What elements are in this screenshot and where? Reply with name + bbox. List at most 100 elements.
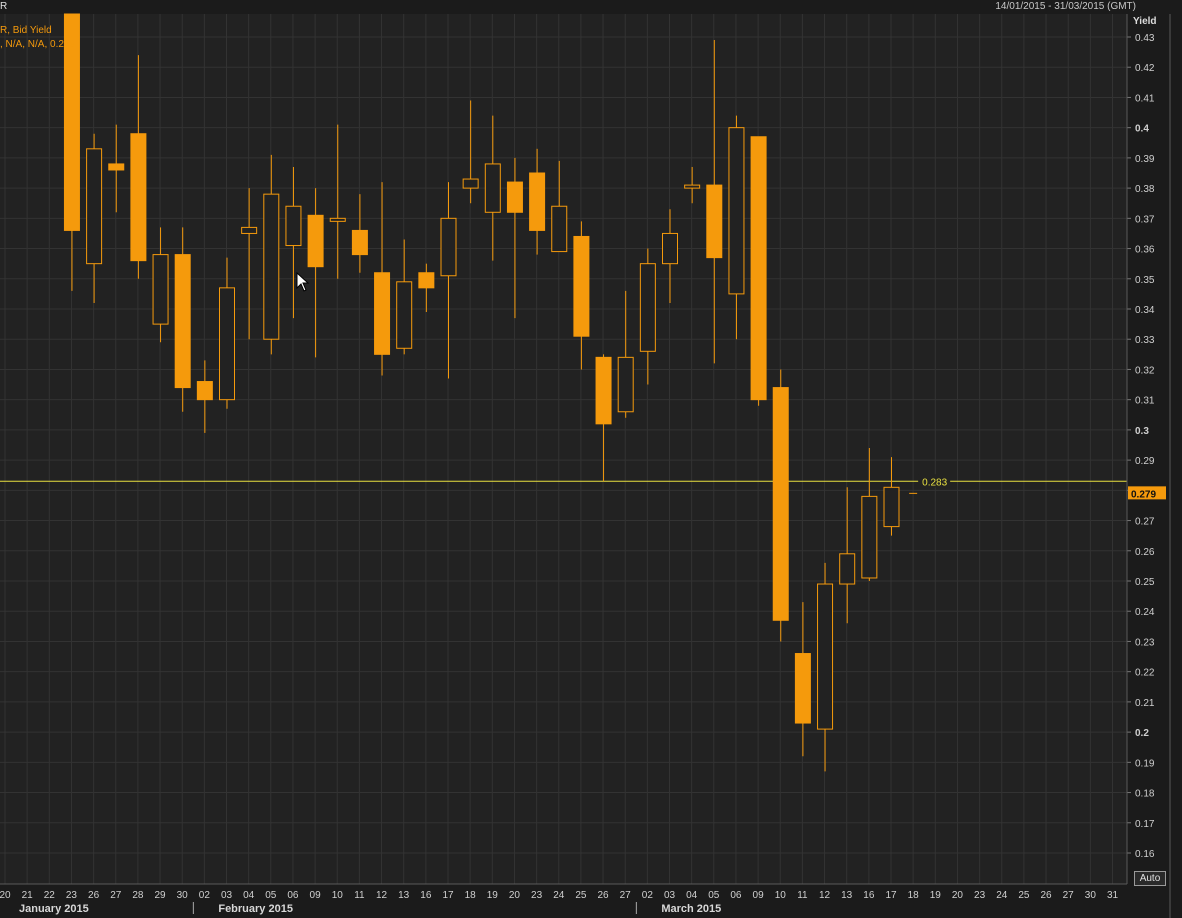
auto-scale-button[interactable]: Auto xyxy=(1134,871,1166,886)
y-tick-label: 0.2 xyxy=(1135,728,1149,739)
candle-body-down xyxy=(130,133,147,262)
x-tick-label: 11 xyxy=(354,890,365,901)
y-tick-label: 0.38 xyxy=(1135,184,1155,195)
y-tick-label: 0.31 xyxy=(1135,396,1155,407)
candle-body-up xyxy=(684,184,701,189)
candle-body-down xyxy=(573,235,590,337)
y-tick-label: 0.26 xyxy=(1135,547,1155,558)
x-tick-label: 19 xyxy=(930,890,942,901)
x-tick-label: 03 xyxy=(664,890,676,901)
y-tick-label: 0.39 xyxy=(1135,154,1155,165)
x-tick-label: 04 xyxy=(243,890,255,901)
y-tick-label: 0.33 xyxy=(1135,335,1155,346)
candle-body-down xyxy=(418,272,435,289)
x-tick-label: 09 xyxy=(753,890,765,901)
x-tick-label: 13 xyxy=(841,890,853,901)
x-tick-label: 21 xyxy=(22,890,34,901)
candle-body-up xyxy=(839,553,856,585)
y-tick-label: 0.16 xyxy=(1135,849,1155,860)
chart-instrument-fragment: R xyxy=(0,1,8,12)
y-tick-label: 0.36 xyxy=(1135,245,1155,256)
candle-body-up xyxy=(728,127,745,295)
x-tick-label: 03 xyxy=(221,890,233,901)
candle-body-down xyxy=(108,163,125,171)
x-tick-label: 05 xyxy=(708,890,720,901)
y-tick-label: 0.22 xyxy=(1135,668,1155,679)
candle-body-up xyxy=(817,583,834,730)
y-tick-label: 0.18 xyxy=(1135,789,1155,800)
y-tick-label: 0.41 xyxy=(1135,93,1155,104)
candle-body-up xyxy=(86,148,103,265)
candlestick-chart: 0.283 0.43 0.42 0.41 0.4 0.39 0.38 0.37 0.36 0.3… xyxy=(0,13,1171,918)
x-tick-label: 27 xyxy=(110,890,122,901)
x-tick-label: 18 xyxy=(465,890,477,901)
y-tick-label: 0.23 xyxy=(1135,637,1155,648)
candle-body-up xyxy=(639,263,656,352)
x-tick-label: 20 xyxy=(0,890,11,901)
candle-body-up xyxy=(861,495,878,579)
last-value-label: 0.279 xyxy=(1131,489,1156,500)
legend-values: , N/A, N/A, 0.279 xyxy=(0,39,76,50)
x-tick-label: 27 xyxy=(620,890,632,901)
candle-body-up xyxy=(440,217,457,277)
y-tick-label: 0.32 xyxy=(1135,365,1155,376)
candle-body-down xyxy=(772,387,789,621)
x-tick-label: 17 xyxy=(885,890,897,901)
date-range-label: 14/01/2015 - 31/03/2015 (GMT) xyxy=(995,1,1136,12)
x-tick-label: 29 xyxy=(154,890,166,901)
x-tick-label: 04 xyxy=(686,890,698,901)
y-tick-label: 0.19 xyxy=(1135,758,1155,769)
month-label: February 2015 xyxy=(218,903,293,915)
candle-body-up xyxy=(617,356,634,413)
y-tick-label: 0.34 xyxy=(1135,305,1155,316)
y-tick-label: 0.24 xyxy=(1135,607,1155,618)
y-tick-label: 0.3 xyxy=(1135,426,1149,437)
candle-body-down xyxy=(750,136,767,401)
y-tick-label: 0.42 xyxy=(1135,63,1155,74)
y-tick-label: 0.35 xyxy=(1135,275,1155,286)
candle-body-up xyxy=(219,287,235,401)
candle-body-up xyxy=(396,281,413,349)
month-label: March 2015 xyxy=(661,903,721,915)
candle-body-up xyxy=(285,205,302,247)
x-tick-label: 12 xyxy=(376,890,388,901)
x-tick-label: 24 xyxy=(553,890,565,901)
x-tick-label: 12 xyxy=(819,890,831,901)
x-tick-label: 28 xyxy=(132,890,144,901)
candle-body-down xyxy=(506,181,523,213)
x-tick-label: 24 xyxy=(996,890,1008,901)
candle-body-down xyxy=(196,381,213,401)
x-tick-label: 26 xyxy=(597,890,609,901)
x-tick-label: 17 xyxy=(442,890,454,901)
y-tick-label: 0.29 xyxy=(1135,456,1155,467)
candle-body-up xyxy=(462,178,479,189)
x-axis: 20 21 22 23 26 27 28 29 30 02 03 04 05 06 09 10 11 12 13 16… xyxy=(0,890,1118,915)
candle-body-up xyxy=(241,226,258,234)
x-tick-label: 27 xyxy=(1063,890,1075,901)
y-tick-label: 0.25 xyxy=(1135,577,1155,588)
candle-body-up xyxy=(551,205,568,253)
candle-body-up xyxy=(263,193,280,340)
x-tick-label: 23 xyxy=(66,890,78,901)
x-tick-label: 26 xyxy=(88,890,100,901)
candle-body-down xyxy=(706,184,723,259)
mouse-pointer-icon xyxy=(296,272,310,292)
candle xyxy=(174,227,191,412)
x-tick-label: 16 xyxy=(863,890,875,901)
reference-line-label: 0.283 xyxy=(922,477,947,488)
y-tick-label: 0.21 xyxy=(1135,698,1155,709)
candle-body-down xyxy=(595,356,612,425)
x-tick-label: 19 xyxy=(487,890,499,901)
month-label: January 2015 xyxy=(19,903,89,915)
candle-body-up xyxy=(883,486,900,528)
x-tick-label: 20 xyxy=(952,890,964,901)
x-tick-label: 30 xyxy=(1085,890,1097,901)
y-tick-label: 0.43 xyxy=(1135,33,1155,44)
x-tick-label: 23 xyxy=(531,890,543,901)
y-axis-title: Yield xyxy=(1133,16,1157,27)
x-tick-label: 31 xyxy=(1107,890,1119,901)
candle-body-up xyxy=(484,163,501,213)
candle-body-down xyxy=(351,229,368,256)
x-tick-label: 13 xyxy=(398,890,410,901)
y-tick-label: 0.37 xyxy=(1135,214,1155,225)
